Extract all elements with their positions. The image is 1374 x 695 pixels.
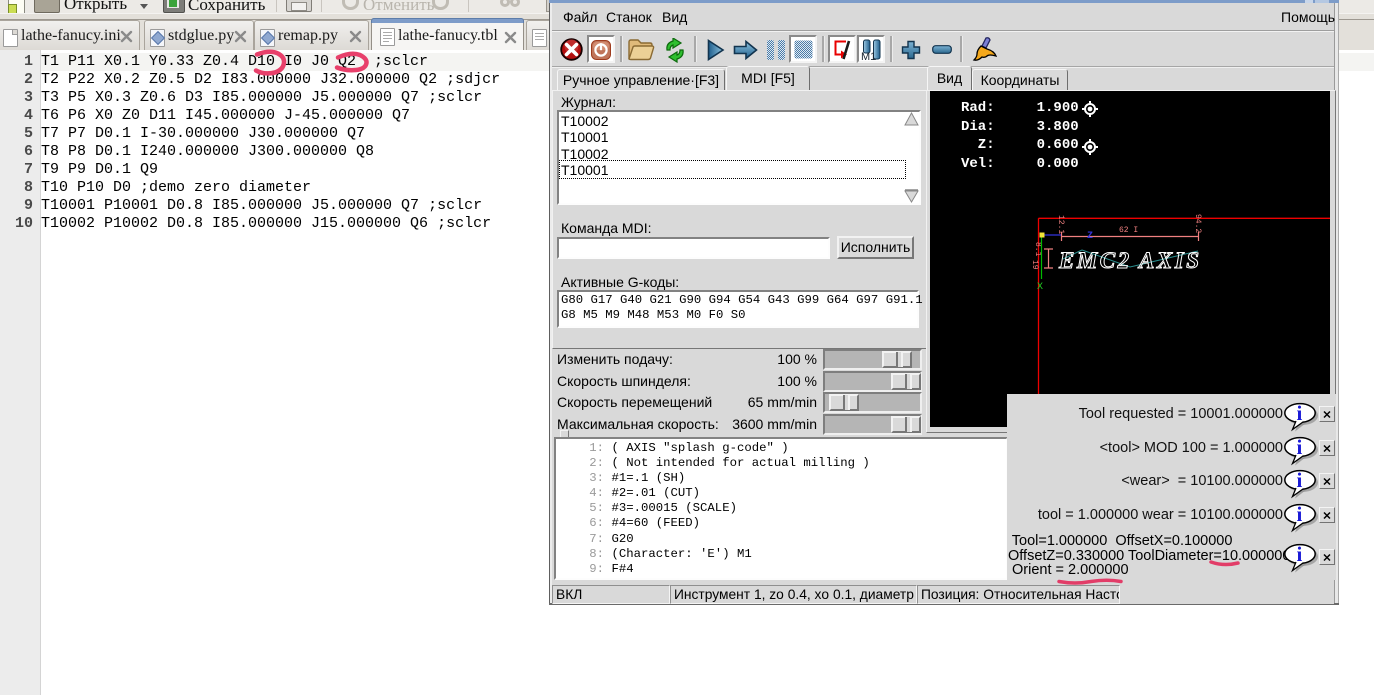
svg-text:Z: Z	[1087, 231, 1093, 242]
svg-text:19: 19	[1030, 260, 1039, 270]
svg-text:94.2: 94.2	[1193, 214, 1202, 233]
svg-text:8.1: 8.1	[1033, 242, 1042, 257]
svg-text:12.1: 12.1	[1056, 215, 1065, 234]
svg-text:EMC2 AXIS: EMC2 AXIS	[1058, 248, 1199, 273]
svg-text:62 I: 62 I	[1119, 226, 1138, 235]
svg-text:X: X	[1037, 282, 1043, 293]
svg-text:M1: M1	[861, 51, 876, 60]
